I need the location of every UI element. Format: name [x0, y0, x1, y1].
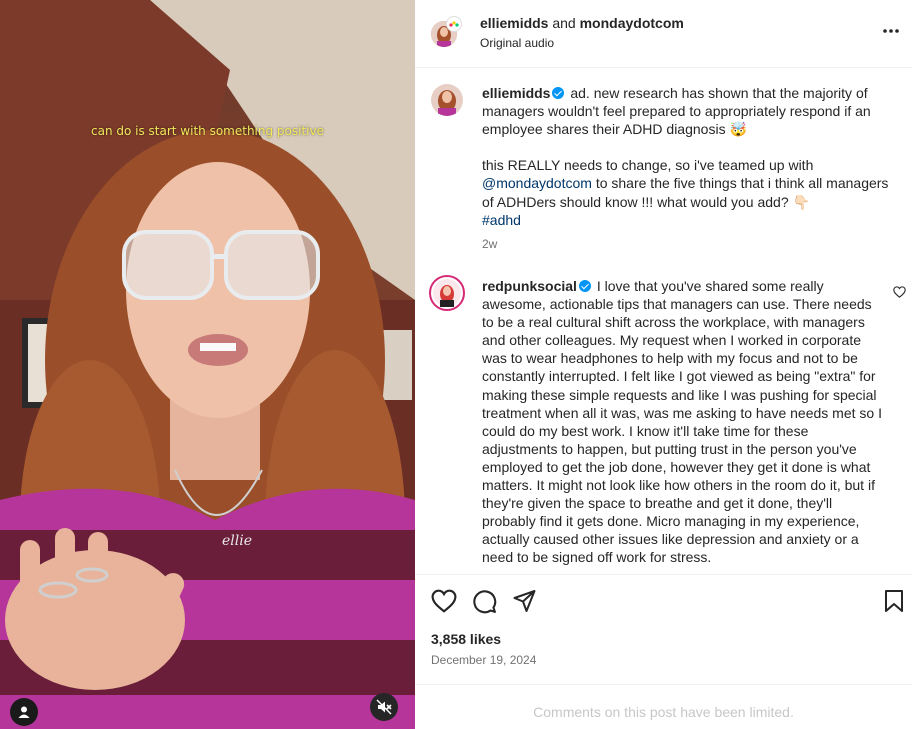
mute-icon — [376, 699, 392, 715]
verified-icon — [578, 280, 591, 292]
like-button[interactable] — [431, 589, 457, 618]
post-date[interactable]: December 19, 2024 — [431, 653, 536, 667]
comments-limited-notice: Comments on this post have been limited. — [415, 684, 912, 729]
comment-text: I love that you've shared some really aw… — [482, 278, 882, 566]
svg-text:ellie: ellie — [222, 533, 252, 549]
caption-author-avatar[interactable] — [431, 84, 463, 116]
user-tag-icon — [18, 706, 30, 718]
tagged-users-button[interactable] — [10, 698, 38, 726]
heart-icon — [431, 589, 457, 613]
post-actions: 3,858 likes December 19, 2024 — [415, 574, 912, 684]
post-panel: elliemidds and mondaydotcom Original aud… — [415, 0, 912, 729]
hashtag-link[interactable]: #adhd — [482, 212, 521, 228]
collaborator-username[interactable]: mondaydotcom — [580, 15, 684, 31]
audio-link[interactable]: Original audio — [480, 36, 554, 50]
commenter-username[interactable]: redpunksocial — [482, 278, 577, 294]
caption-username[interactable]: elliemidds — [482, 85, 550, 101]
commenter-avatar[interactable] — [429, 275, 465, 311]
share-button[interactable] — [512, 589, 537, 618]
video-frame: ellie — [0, 0, 415, 729]
comment-body: redpunksocial I love that you've shared … — [482, 277, 882, 567]
likes-count[interactable]: 3,858 likes — [431, 631, 501, 647]
post-header: elliemidds and mondaydotcom Original aud… — [415, 0, 912, 68]
caption-age[interactable]: 2w — [482, 235, 892, 253]
monday-logo-icon — [449, 21, 459, 27]
mute-button[interactable] — [370, 693, 398, 721]
comment-icon — [473, 590, 497, 614]
share-icon — [513, 590, 536, 612]
collab-avatar[interactable] — [446, 16, 462, 32]
heart-icon — [893, 286, 906, 298]
authors-joiner: and — [552, 15, 576, 31]
save-icon — [885, 590, 903, 612]
more-options-button[interactable] — [882, 18, 900, 39]
author-username[interactable]: elliemidds — [480, 15, 548, 31]
video-caption: can do is start with something positive — [91, 124, 324, 138]
caption-text-2a: this REALLY needs to change, so i've tea… — [482, 157, 814, 174]
avatar-image — [431, 84, 463, 116]
video-player[interactable]: ellie can do is start with something pos… — [0, 0, 415, 729]
verified-icon — [552, 87, 565, 99]
comment-button[interactable] — [472, 589, 497, 619]
caption-body: elliemidds ad. new research has shown th… — [482, 84, 892, 253]
save-button[interactable] — [884, 589, 904, 618]
comments-list[interactable]: elliemidds ad. new research has shown th… — [415, 69, 912, 573]
like-comment-button[interactable] — [893, 285, 906, 303]
avatar-image — [433, 279, 461, 307]
mention-link[interactable]: @mondaydotcom — [482, 175, 592, 191]
more-icon — [883, 29, 899, 33]
post-authors: elliemidds and mondaydotcom — [480, 14, 684, 32]
